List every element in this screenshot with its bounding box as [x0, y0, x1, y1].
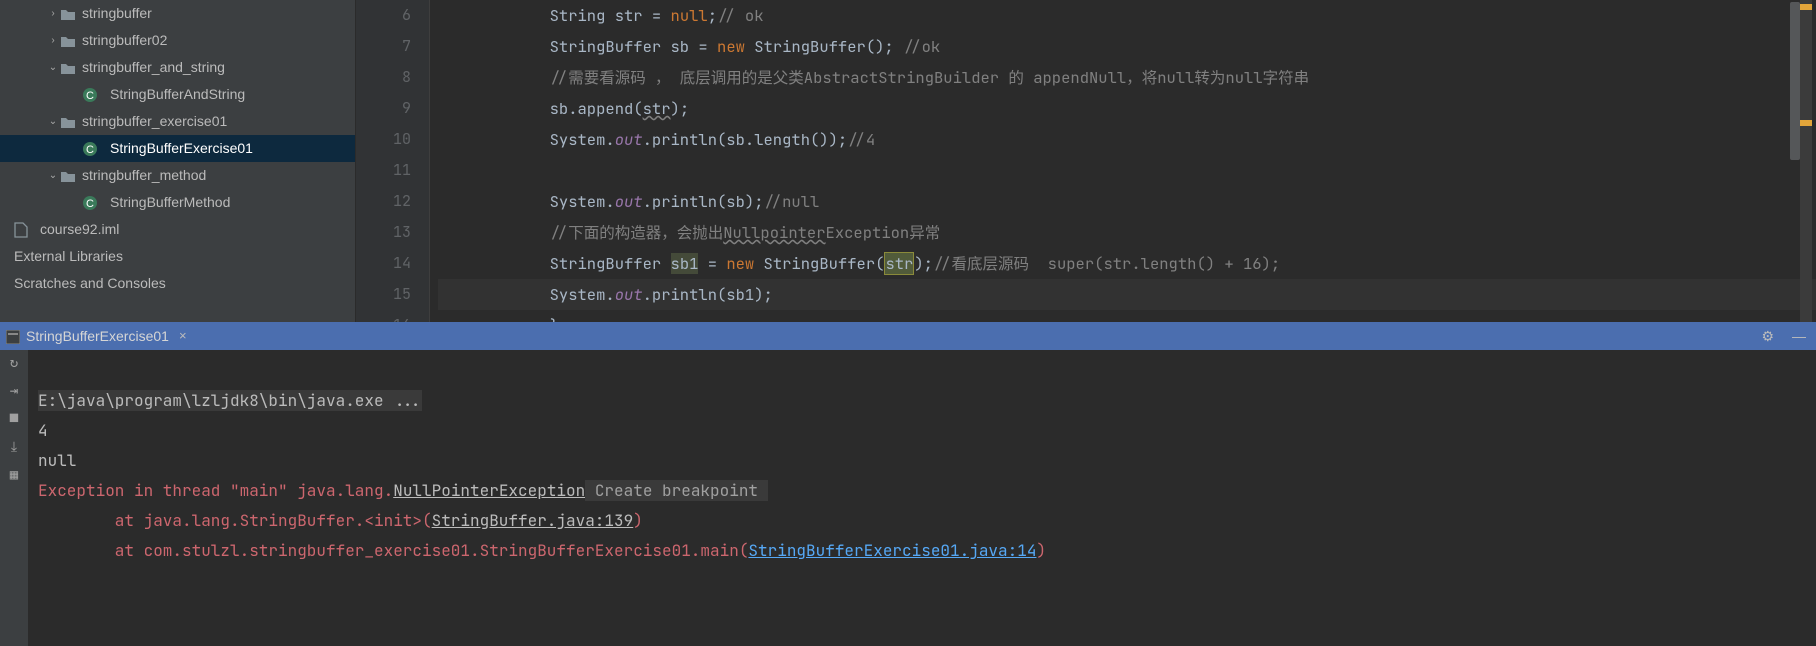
rerun-icon[interactable]: ↻ [10, 354, 18, 372]
code-line[interactable]: StringBuffer sb = new StringBuffer(); //… [438, 31, 1816, 62]
warning-marker[interactable] [1800, 120, 1812, 126]
tree-item-label: stringbuffer [82, 0, 152, 27]
run-tab-title: StringBufferExercise01 [26, 328, 169, 344]
svg-text:C: C [86, 198, 94, 210]
folder-icon [60, 0, 82, 27]
code-line[interactable]: System.out.println(sb1); [438, 279, 1816, 310]
folder-icon [60, 54, 82, 81]
run-console[interactable]: E:\java\program\lzljdk8\bin\java.exe ...… [28, 350, 1816, 646]
minimize-icon[interactable]: — [1792, 328, 1806, 345]
folder-icon [60, 162, 82, 189]
class-file-icon: C [82, 195, 104, 211]
code-line[interactable]: sb.append(str); [438, 93, 1816, 124]
run-tool-tab-bar[interactable]: StringBufferExercise01 × ⚙ — [0, 322, 1816, 350]
tree-item-label: StringBufferAndString [110, 81, 245, 108]
gear-icon[interactable]: ⚙ [1761, 328, 1774, 345]
tree-item[interactable]: › stringbuffer [0, 0, 355, 27]
run-tool-sidebar[interactable]: ↻ ⇥ ■ ⤓ ▦ [0, 350, 28, 646]
code-line[interactable]: StringBuffer sb1 = new StringBuffer(str)… [438, 248, 1816, 279]
code-editor[interactable]: 678910111213141516 String str = null;// … [356, 0, 1816, 322]
expand-arrow-icon[interactable]: ⌄ [46, 54, 60, 81]
code-line[interactable] [438, 155, 1816, 186]
line-number[interactable]: 11 [356, 155, 411, 186]
tree-item[interactable]: ⌄ stringbuffer_and_string [0, 54, 355, 81]
line-number[interactable]: 15 [356, 279, 411, 310]
expand-arrow-icon[interactable]: ⌄ [46, 162, 60, 189]
tree-item-label: stringbuffer02 [82, 27, 167, 54]
error-stripe[interactable] [1800, 0, 1812, 322]
tree-item-label: stringbuffer_and_string [82, 54, 225, 81]
tree-item-label: StringBufferMethod [110, 189, 230, 216]
warning-marker[interactable] [1800, 4, 1812, 10]
class-file-icon: C [82, 87, 104, 103]
console-stacktrace-line: at java.lang.StringBuffer.<init>(StringB… [38, 510, 643, 531]
tree-item-label: stringbuffer_exercise01 [82, 108, 227, 135]
folder-icon [60, 27, 82, 54]
svg-text:C: C [86, 90, 94, 102]
tree-item-label: stringbuffer_method [82, 162, 206, 189]
close-icon[interactable]: × [179, 328, 187, 343]
stop-icon[interactable]: ■ [10, 410, 18, 428]
tree-item[interactable]: ⌄ stringbuffer_method [0, 162, 355, 189]
code-line[interactable]: //下面的构造器，会抛出NullpointerException异常 [438, 217, 1816, 248]
svg-text:C: C [86, 144, 94, 156]
tree-item[interactable]: C StringBufferExercise01 [0, 135, 355, 162]
console-exception-line: Exception in thread "main" java.lang.Nul… [38, 480, 585, 501]
tree-item[interactable]: Scratches and Consoles [0, 270, 355, 297]
code-line[interactable]: System.out.println(sb);//null [438, 186, 1816, 217]
resume-icon[interactable]: ⇥ [10, 382, 18, 400]
stacktrace-link[interactable]: StringBuffer.java:139 [432, 510, 634, 531]
editor-gutter: 678910111213141516 [356, 0, 430, 322]
console-stacktrace-line: at com.stulzl.stringbuffer_exercise01.St… [38, 540, 1046, 561]
code-line[interactable]: String str = null;// ok [438, 0, 1816, 31]
line-number[interactable]: 8 [356, 62, 411, 93]
expand-arrow-icon[interactable]: › [46, 0, 60, 27]
tree-item[interactable]: course92.iml [0, 216, 355, 243]
line-number[interactable]: 13 [356, 217, 411, 248]
line-number[interactable]: 10 [356, 124, 411, 155]
tree-item[interactable]: ⌄ stringbuffer_exercise01 [0, 108, 355, 135]
tree-item-label: course92.iml [40, 216, 119, 243]
code-line[interactable]: //需要看源码 ， 底层调用的是父类AbstractStringBuilder … [438, 62, 1816, 93]
console-output-line: 4 [38, 420, 48, 441]
line-number[interactable]: 9 [356, 93, 411, 124]
editor-code-area[interactable]: String str = null;// ok StringBuffer sb … [430, 0, 1816, 322]
project-tree[interactable]: › stringbuffer › stringbuffer02 ⌄ stringbuffe… [0, 0, 356, 322]
class-file-icon: C [82, 141, 104, 157]
tree-item[interactable]: C StringBufferAndString [0, 81, 355, 108]
file-icon [14, 216, 34, 243]
line-number[interactable]: 12 [356, 186, 411, 217]
tree-item[interactable]: › stringbuffer02 [0, 27, 355, 54]
exit-icon[interactable]: ⤓ [11, 438, 17, 456]
tree-item-label: External Libraries [14, 243, 123, 270]
create-breakpoint-hint[interactable]: Create breakpoint [585, 480, 767, 501]
expand-arrow-icon[interactable]: ⌄ [46, 108, 60, 135]
console-command: E:\java\program\lzljdk8\bin\java.exe ... [38, 390, 422, 411]
exception-class-link[interactable]: NullPointerException [393, 480, 585, 501]
tree-item-label: Scratches and Consoles [14, 270, 166, 297]
line-number[interactable]: 14 [356, 248, 411, 279]
console-output-line: null [38, 450, 76, 471]
run-tab-icon [6, 328, 20, 344]
line-number[interactable]: 7 [356, 31, 411, 62]
expand-arrow-icon[interactable]: › [46, 27, 60, 54]
code-line[interactable]: System.out.println(sb.length());//4 [438, 124, 1816, 155]
stacktrace-link[interactable]: StringBufferExercise01.java:14 [748, 540, 1036, 561]
tree-item[interactable]: External Libraries [0, 243, 355, 270]
folder-icon [60, 108, 82, 135]
tree-item[interactable]: C StringBufferMethod [0, 189, 355, 216]
tree-item-label: StringBufferExercise01 [110, 135, 253, 162]
layout-icon[interactable]: ▦ [10, 466, 18, 484]
scrollbar-thumb[interactable] [1790, 2, 1800, 160]
run-tab[interactable]: StringBufferExercise01 × [6, 328, 187, 344]
line-number[interactable]: 6 [356, 0, 411, 31]
